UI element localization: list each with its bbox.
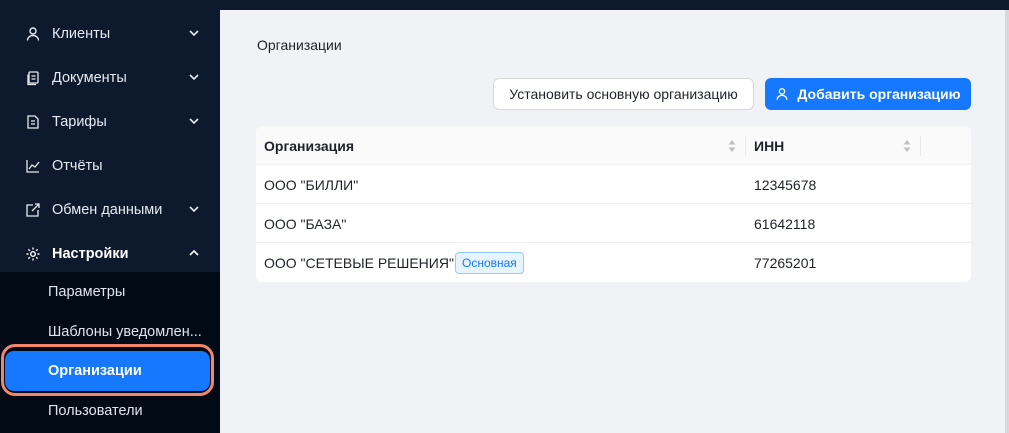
documents-icon	[25, 70, 41, 86]
table-row[interactable]: ООО "БАЗА" 61642118	[256, 204, 971, 243]
table-row[interactable]: ООО "БИЛЛИ" 12345678	[256, 165, 971, 204]
organization-name: ООО "БИЛЛИ"	[264, 176, 359, 193]
sidebar-item-reports[interactable]: Отчёты	[0, 144, 220, 188]
sidebar-item-label: Тарифы	[52, 114, 107, 130]
organization-name: ООО "СЕТЕВЫЕ РЕШЕНИЯ"	[264, 254, 454, 271]
set-main-organization-button[interactable]: Установить основную организацию	[493, 78, 754, 110]
sidebar-item-label: Отчёты	[52, 158, 103, 174]
sidebar: Клиенты Документы Тарифы Отчёты Обмен да…	[0, 0, 220, 433]
inn-value: 61642118	[754, 215, 816, 232]
sidebar-item-data-exchange[interactable]: Обмен данными	[0, 188, 220, 232]
inn-value: 12345678	[754, 176, 817, 193]
top-bar	[220, 0, 1009, 10]
sidebar-item-settings[interactable]: Настройки	[0, 232, 220, 276]
column-divider	[745, 136, 746, 156]
submenu-item-label: Организации	[48, 363, 142, 379]
settings-submenu: Параметры Шаблоны уведомлен... Организац…	[0, 272, 220, 433]
data-exchange-icon	[25, 202, 41, 218]
submenu-item-label: Параметры	[48, 284, 126, 300]
chart-icon	[25, 158, 41, 174]
chevron-down-icon	[188, 115, 200, 127]
sidebar-item-label: Документы	[52, 70, 127, 86]
user-icon	[25, 26, 41, 42]
submenu-item-label: Шаблоны уведомлен...	[48, 324, 202, 340]
breadcrumb: Организации	[257, 37, 342, 53]
organization-name: ООО "БАЗА"	[264, 215, 347, 232]
sidebar-item-label: Настройки	[52, 246, 129, 262]
submenu-item-organizations[interactable]: Организации	[5, 351, 210, 391]
submenu-item-parameters[interactable]: Параметры	[0, 273, 220, 311]
table-row[interactable]: ООО "СЕТЕВЫЕ РЕШЕНИЯ" Основная 77265201	[256, 243, 971, 282]
chevron-down-icon	[188, 71, 200, 83]
column-header-organization[interactable]: Организация	[264, 126, 744, 165]
sidebar-item-label: Обмен данными	[52, 202, 163, 218]
sidebar-item-label: Клиенты	[52, 26, 111, 42]
sidebar-item-clients[interactable]: Клиенты	[0, 12, 220, 56]
sidebar-item-tariffs[interactable]: Тарифы	[0, 100, 220, 144]
sort-icon[interactable]	[728, 139, 736, 153]
scrollbar-track[interactable]	[1005, 10, 1009, 433]
organizations-table: Организация ИНН ООО "БИЛЛИ" 12345678 ООО…	[256, 126, 971, 282]
submenu-item-label: Пользователи	[48, 403, 143, 419]
chevron-down-icon	[188, 27, 200, 39]
column-divider	[920, 136, 921, 156]
button-label: Добавить организацию	[797, 86, 961, 102]
tariff-icon	[25, 114, 41, 130]
sidebar-item-documents[interactable]: Документы	[0, 56, 220, 100]
submenu-item-users[interactable]: Пользователи	[0, 392, 220, 430]
button-label: Установить основную организацию	[509, 86, 738, 102]
column-header-inn[interactable]: ИНН	[754, 126, 914, 165]
user-icon	[775, 87, 789, 101]
gear-icon	[25, 246, 41, 262]
chevron-up-icon	[188, 247, 200, 259]
sort-icon[interactable]	[903, 139, 911, 153]
inn-value: 77265201	[754, 254, 817, 271]
chevron-down-icon	[188, 203, 200, 215]
main-organization-badge: Основная	[455, 252, 524, 274]
table-header: Организация ИНН	[256, 126, 971, 165]
add-organization-button[interactable]: Добавить организацию	[765, 78, 971, 110]
submenu-item-notification-templates[interactable]: Шаблоны уведомлен...	[0, 313, 220, 351]
